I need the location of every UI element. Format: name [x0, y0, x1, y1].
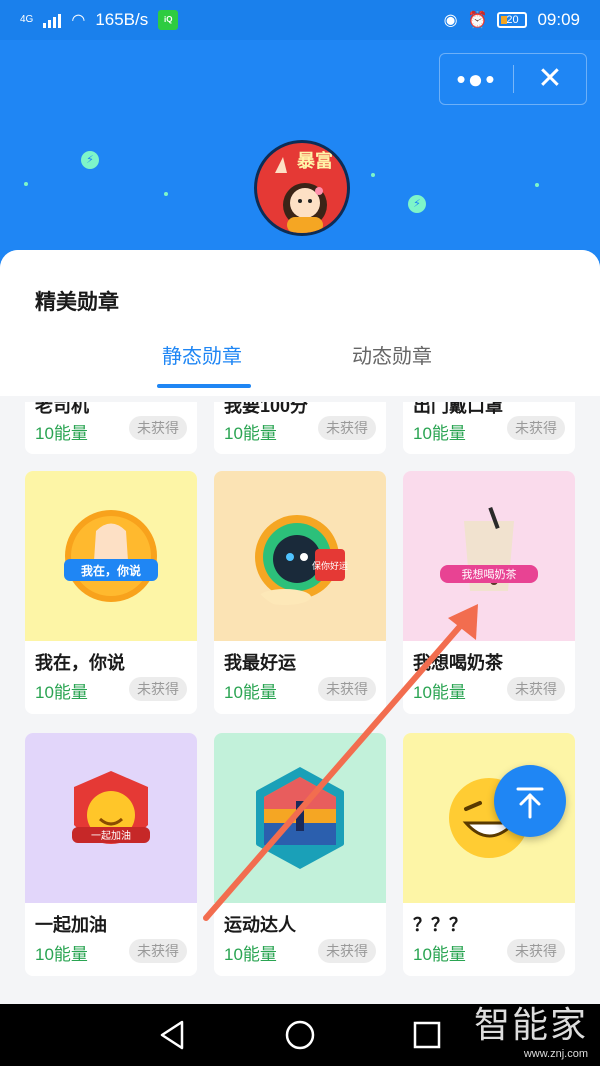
badge-card[interactable]: 我在，你说 我在，你说 10能量 未获得	[25, 471, 197, 714]
badge-name: 我在，你说	[35, 653, 125, 673]
avatar-caption: 暴富	[297, 151, 333, 171]
badge-card[interactable]: 我想喝奶茶 我想喝奶茶 10能量 未获得	[403, 471, 575, 714]
status-badge: 未获得	[129, 939, 187, 963]
network-speed: 165B/s	[95, 10, 149, 29]
hero-header: •●• ✕ ⚡ ⚡ 暴富	[0, 40, 600, 270]
badge-name: 我想喝奶茶	[413, 653, 503, 673]
badge-name: 一起加油	[35, 915, 107, 935]
system-nav-bar: 智能家 www.znj.com	[0, 1004, 600, 1066]
nav-back-icon[interactable]	[156, 1018, 190, 1052]
tab-static-badges[interactable]: 静态勋章	[162, 340, 242, 369]
badge-image	[214, 733, 386, 903]
sparkle-dot	[24, 182, 28, 186]
badge-image: 一起加油	[25, 733, 197, 903]
badge-name: 我最好运	[224, 653, 296, 673]
badge-name: 我要100分	[224, 402, 309, 416]
panel-header: 精美勋章 静态勋章 动态勋章	[0, 250, 600, 396]
badge-card[interactable]: 运动达人 10能量 未获得	[214, 733, 386, 976]
badge-panel: 精美勋章 静态勋章 动态勋章 老司机 10能量 未获得 我要100分 10能量 …	[0, 250, 600, 1004]
badge-card[interactable]: 老司机 10能量 未获得	[25, 402, 197, 454]
badge-name: 运动达人	[224, 915, 296, 935]
ok-hand-emblem-icon: 我在，你说	[64, 510, 158, 602]
badge-energy: 10能量	[413, 945, 466, 964]
badge-energy: 10能量	[35, 424, 88, 443]
badge-name: ？？？	[413, 915, 467, 935]
emblem-caption: 我在，你说	[81, 563, 141, 578]
status-badge: 未获得	[507, 939, 565, 963]
sparkle-dot	[535, 183, 539, 187]
badge-energy: 10能量	[413, 683, 466, 702]
emblem-caption: 保你好运	[312, 560, 348, 572]
cheer-emblem-icon: 一起加油	[72, 771, 150, 844]
badge-energy: 10能量	[413, 424, 466, 443]
badge-name: 出门戴口罩	[413, 402, 503, 416]
more-dots-icon[interactable]: •●•	[440, 66, 513, 92]
badge-card[interactable]: 我要100分 10能量 未获得	[214, 402, 386, 454]
sports-emblem-icon	[256, 767, 344, 869]
status-badge: 未获得	[318, 939, 376, 963]
close-icon[interactable]: ✕	[514, 64, 586, 94]
lucky-face-emblem-icon: 保你好运	[255, 515, 348, 605]
status-badge: 未获得	[507, 416, 565, 440]
mini-program-capsule: •●• ✕	[439, 53, 587, 105]
badge-name: 老司机	[35, 402, 89, 416]
tab-dynamic-badges[interactable]: 动态勋章	[352, 340, 432, 369]
watermark: 智能家 www.znj.com	[474, 1004, 588, 1060]
status-bar: 4G ◠ 165B/s iQ ◉ ⏰ 20 09:09	[0, 0, 600, 40]
badge-energy: 10能量	[35, 683, 88, 702]
network-type: 4G	[20, 14, 34, 25]
alarm-icon: ⏰	[467, 12, 488, 29]
badge-energy: 10能量	[224, 424, 277, 443]
badge-energy: 10能量	[224, 945, 277, 964]
status-badge: 未获得	[507, 677, 565, 701]
badge-card[interactable]: 一起加油 一起加油 10能量 未获得	[25, 733, 197, 976]
wifi-icon: ◠	[71, 12, 86, 29]
nav-home-icon[interactable]	[283, 1018, 317, 1052]
status-badge: 未获得	[318, 677, 376, 701]
watermark-title: 智能家	[473, 1005, 588, 1046]
emblem-caption: 我想喝奶茶	[462, 567, 517, 581]
badge-energy: 10能量	[224, 683, 277, 702]
back-to-top-button[interactable]	[494, 765, 566, 837]
energy-spark-icon: ⚡	[81, 151, 99, 169]
sparkle-dot	[164, 192, 168, 196]
active-tab-indicator	[157, 384, 251, 388]
back-to-top-icon	[516, 787, 544, 819]
status-badge: 未获得	[129, 416, 187, 440]
avatar[interactable]: 暴富	[254, 140, 350, 236]
milk-tea-emblem-icon: 我想喝奶茶	[440, 506, 538, 591]
sparkle-dot	[371, 173, 375, 177]
badge-image: 我在，你说	[25, 471, 197, 641]
status-badge: 未获得	[129, 677, 187, 701]
status-badge: 未获得	[318, 416, 376, 440]
battery-icon: 20	[497, 12, 528, 28]
badge-image: 我想喝奶茶	[403, 471, 575, 641]
eye-icon: ◉	[443, 12, 458, 29]
badge-card[interactable]: 保你好运 我最好运 10能量 未获得	[214, 471, 386, 714]
signal-icon	[43, 12, 62, 28]
page-title: 精美勋章	[35, 291, 119, 314]
clock: 09:09	[537, 10, 580, 29]
watermark-url: www.znj.com	[523, 1048, 588, 1060]
energy-spark-icon: ⚡	[408, 195, 426, 213]
badge-energy: 10能量	[35, 945, 88, 964]
badge-card[interactable]: 出门戴口罩 10能量 未获得	[403, 402, 575, 454]
iqiyi-app-icon: iQ	[158, 10, 179, 30]
nav-recent-icon[interactable]	[410, 1018, 444, 1052]
emblem-caption: 一起加油	[91, 829, 131, 842]
badge-image: 保你好运	[214, 471, 386, 641]
